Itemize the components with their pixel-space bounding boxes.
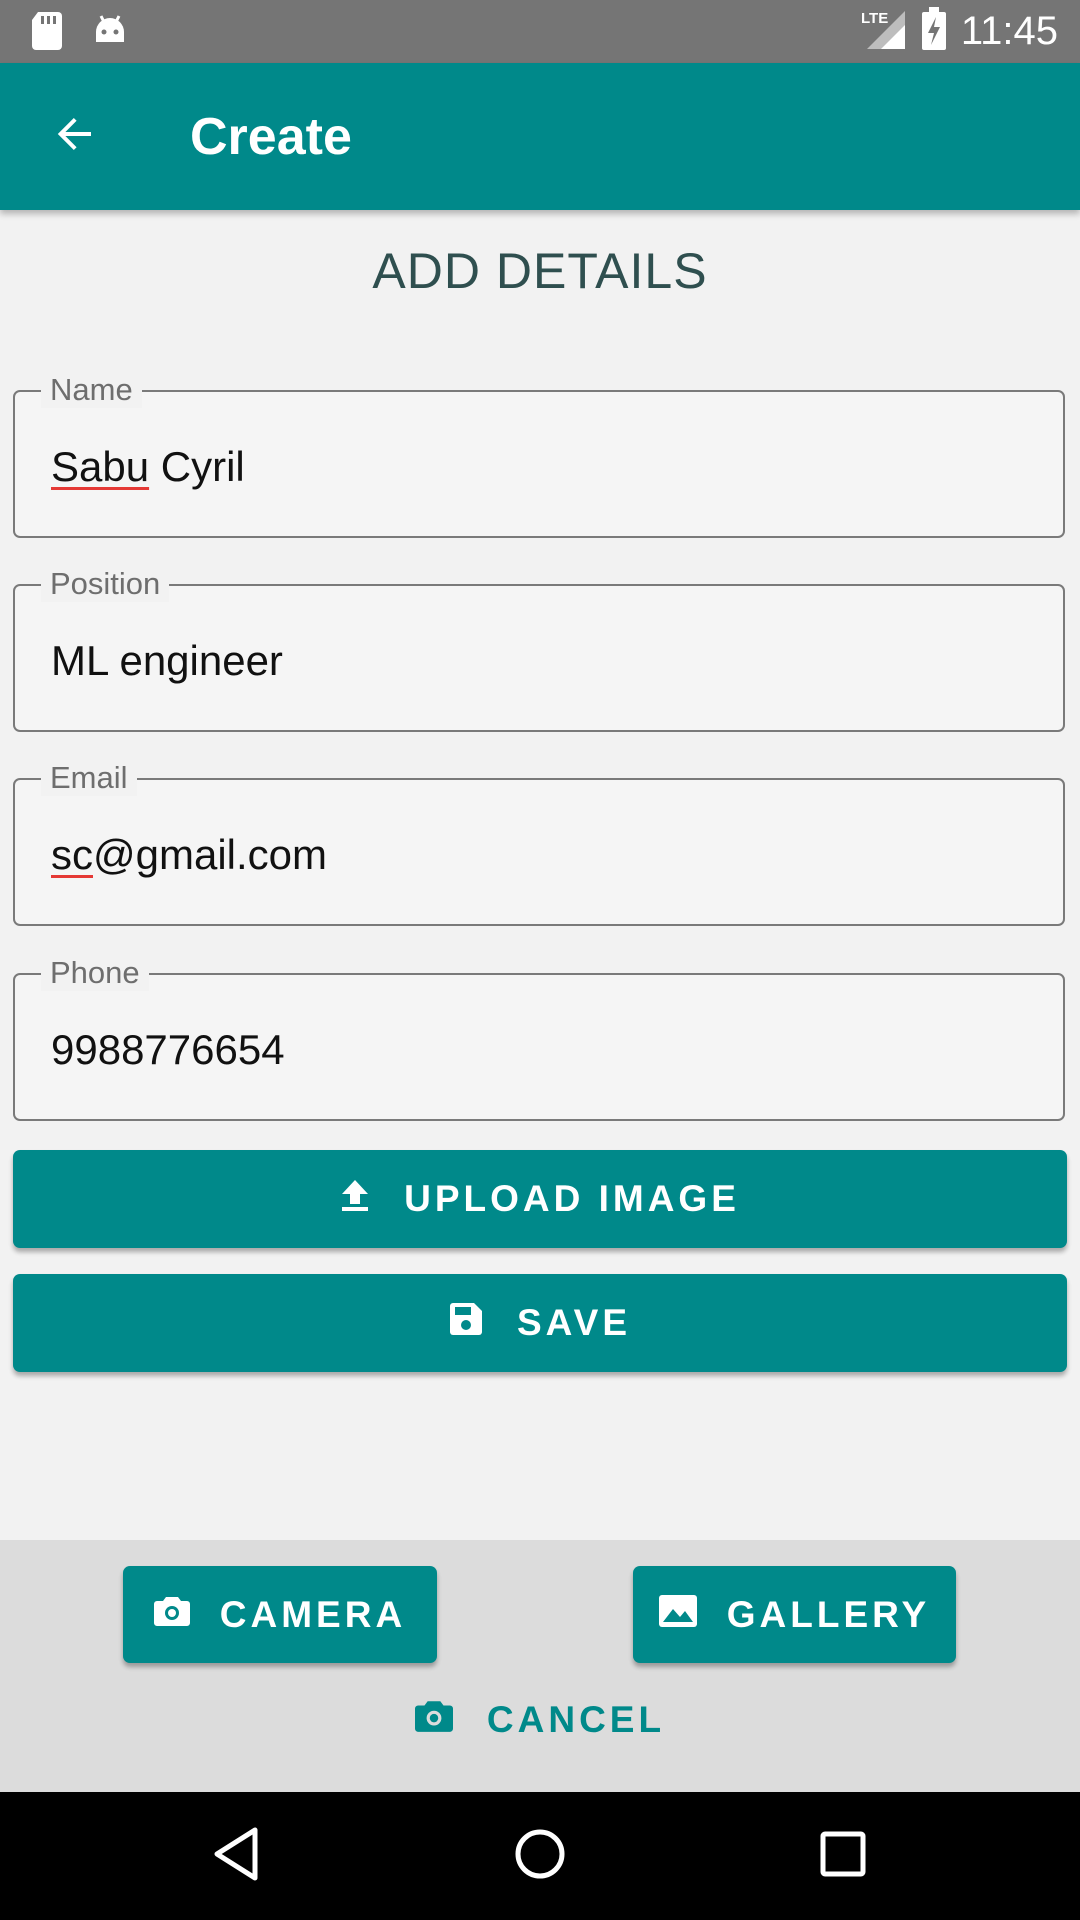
email-field[interactable]: Email sc@gmail.com bbox=[13, 760, 1065, 926]
phone-input[interactable]: 9988776654 bbox=[51, 1025, 285, 1075]
camera-icon bbox=[153, 1594, 190, 1636]
status-time: 11:45 bbox=[960, 9, 1058, 53]
camera-button[interactable]: CAMERA bbox=[123, 1566, 437, 1663]
email-input[interactable]: sc@gmail.com bbox=[51, 830, 327, 880]
nav-home-button[interactable] bbox=[505, 1821, 575, 1891]
image-icon bbox=[658, 1594, 697, 1636]
position-input[interactable]: ML engineer bbox=[51, 636, 283, 686]
app-bar: Create bbox=[0, 63, 1080, 210]
save-icon bbox=[449, 1302, 483, 1345]
camera-icon bbox=[414, 1699, 453, 1742]
back-triangle-icon bbox=[211, 1826, 261, 1887]
back-button[interactable] bbox=[40, 101, 110, 171]
arrow-back-icon bbox=[51, 110, 99, 163]
camera-label: CAMERA bbox=[219, 1593, 407, 1635]
position-field-label: Position bbox=[41, 566, 170, 602]
save-label: SAVE bbox=[516, 1302, 631, 1343]
name-field[interactable]: Name Sabu Cyril bbox=[13, 372, 1065, 538]
nav-recents-button[interactable] bbox=[808, 1821, 878, 1891]
android-icon bbox=[92, 12, 128, 53]
home-circle-icon bbox=[513, 1827, 567, 1886]
recents-square-icon bbox=[819, 1830, 867, 1883]
name-field-label: Name bbox=[41, 372, 142, 408]
gallery-button[interactable]: GALLERY bbox=[633, 1566, 956, 1663]
battery-charging-icon bbox=[921, 7, 947, 56]
email-field-label: Email bbox=[41, 760, 137, 796]
page-title: Create bbox=[190, 108, 352, 166]
position-field[interactable]: Position ML engineer bbox=[13, 566, 1065, 732]
cancel-button[interactable]: CANCEL bbox=[0, 1680, 1080, 1760]
phone-field[interactable]: Phone 9988776654 bbox=[13, 955, 1065, 1121]
phone-field-label: Phone bbox=[41, 955, 149, 991]
name-input[interactable]: Sabu Cyril bbox=[51, 442, 245, 492]
upload-image-label: UPLOAD IMAGE bbox=[404, 1178, 740, 1219]
cancel-label: CANCEL bbox=[486, 1699, 666, 1740]
status-bar: LTE 11:45 bbox=[0, 0, 1080, 63]
sd-card-icon bbox=[30, 10, 64, 55]
save-button[interactable]: SAVE bbox=[13, 1274, 1067, 1372]
nav-back-button[interactable] bbox=[201, 1821, 271, 1891]
network-type-label: LTE bbox=[861, 10, 888, 27]
upload-icon bbox=[340, 1178, 370, 1221]
form-heading: ADD DETAILS bbox=[372, 243, 708, 299]
upload-image-button[interactable]: UPLOAD IMAGE bbox=[13, 1150, 1067, 1248]
gallery-label: GALLERY bbox=[726, 1593, 931, 1635]
navigation-bar bbox=[0, 1792, 1080, 1920]
image-source-sheet: CAMERA GALLERY CANCEL bbox=[0, 1540, 1080, 1792]
lte-signal-icon: LTE bbox=[859, 7, 907, 56]
